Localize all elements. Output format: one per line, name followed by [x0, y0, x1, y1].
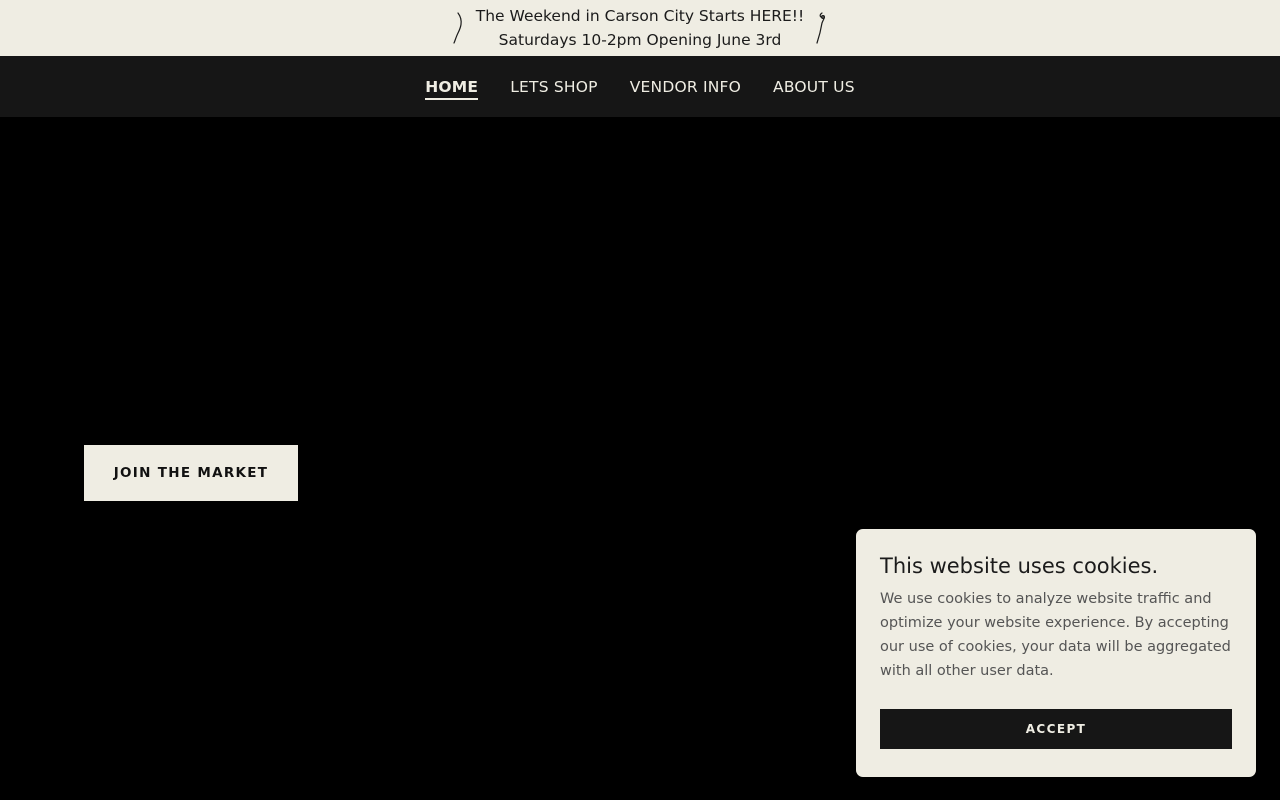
nav-link-home[interactable]: HOME	[425, 74, 479, 100]
nav-link-about-us[interactable]: ABOUT US	[773, 74, 855, 100]
announcement-bar: The Weekend in Carson City Starts HERE!!…	[0, 0, 1280, 56]
announcement-line-1: The Weekend in Carson City Starts HERE!!	[475, 7, 805, 25]
cookie-banner-body: We use cookies to analyze website traffi…	[880, 591, 1231, 679]
announcement-line-2: Saturdays 10-2pm Opening June 3rd	[498, 31, 782, 49]
nav-link-lets-shop[interactable]: LETS SHOP	[510, 74, 598, 100]
accept-cookies-button[interactable]: ACCEPT	[880, 709, 1232, 749]
cookie-banner-title: This website uses cookies.	[880, 554, 1159, 578]
announcement-text: The Weekend in Carson City Starts HERE!!…	[476, 4, 804, 52]
nav-link-vendor-info[interactable]: VENDOR INFO	[630, 74, 741, 100]
announcement-content: The Weekend in Carson City Starts HERE!!…	[452, 4, 828, 52]
join-the-market-button[interactable]: JOIN THE MARKET	[84, 445, 298, 501]
cookie-banner: This website uses cookies. We use cookie…	[856, 529, 1256, 777]
squiggle-left-icon	[453, 12, 462, 44]
squiggle-right-icon	[816, 12, 826, 44]
main-nav: HOME LETS SHOP VENDOR INFO ABOUT US	[0, 56, 1280, 117]
